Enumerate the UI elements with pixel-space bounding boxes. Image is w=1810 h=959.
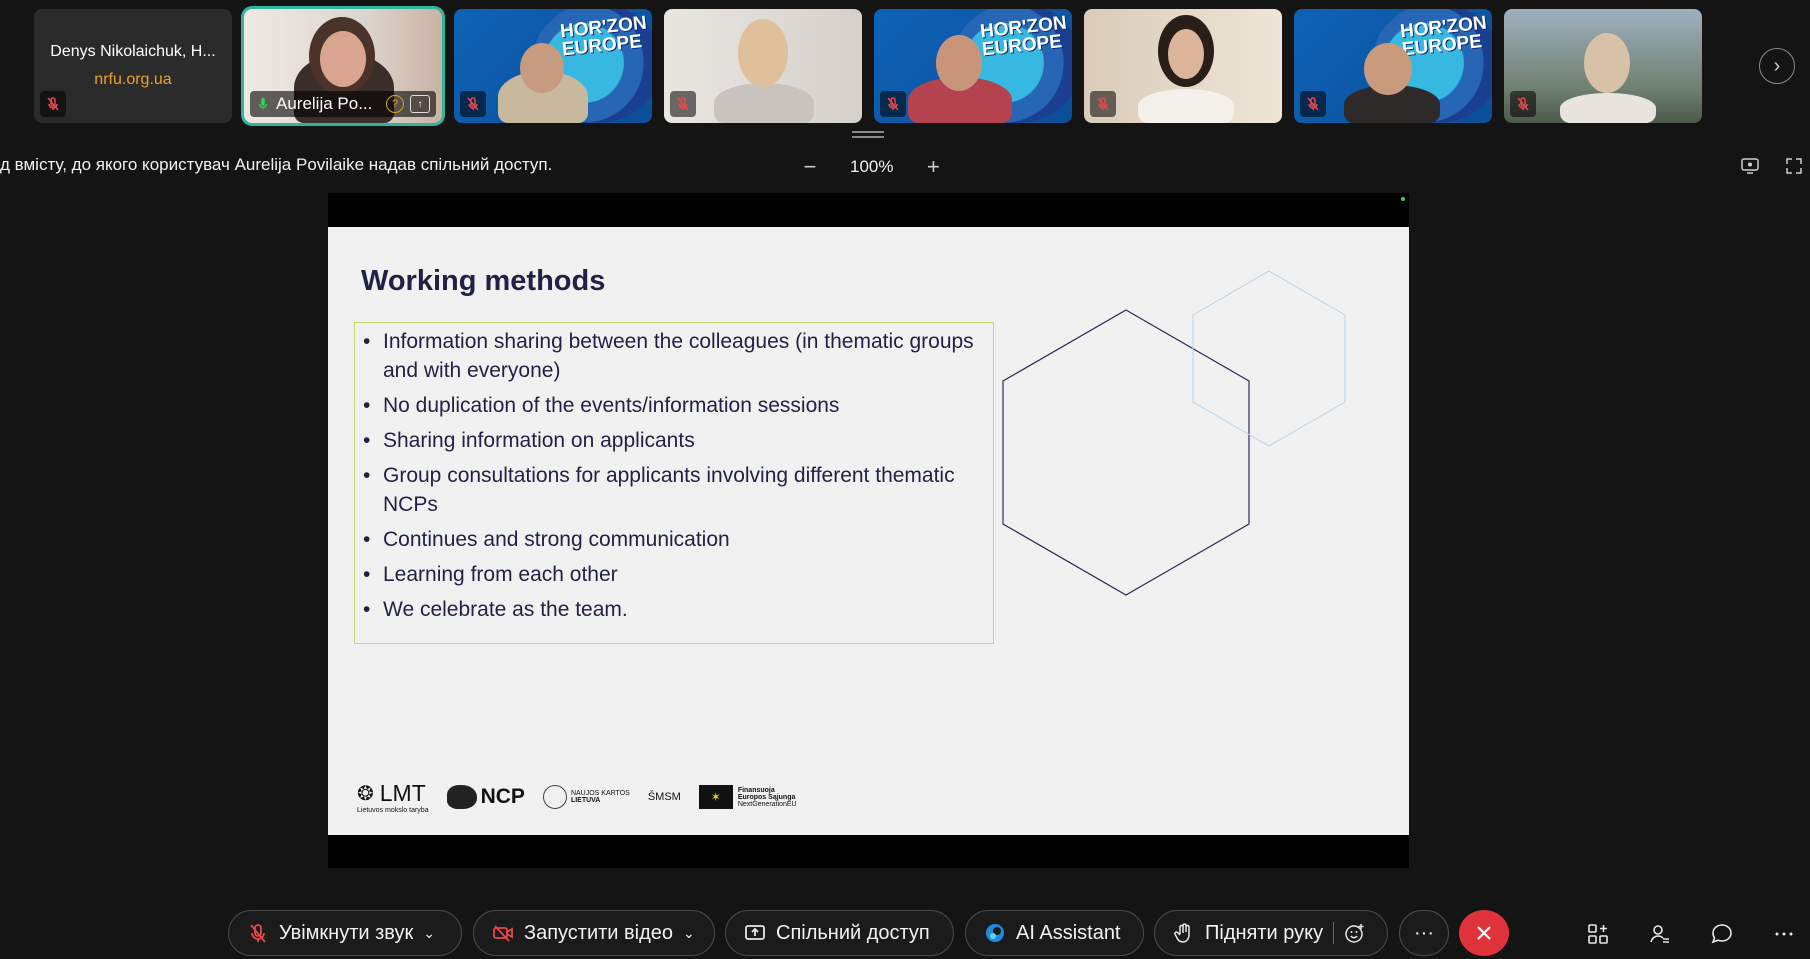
participant-tile[interactable]: HOR'ZON EUROPE [874,9,1072,123]
share-screen-icon[interactable]: ↑ [410,95,430,113]
eu-text-1: Finansuoja [737,786,775,794]
chevron-down-icon[interactable]: ⌄ [423,925,435,942]
participant-strip: Denys Nikolaichuk, H... nrfu.org.ua Aure… [34,9,1704,123]
raise-hand-button[interactable]: Підняти руку [1154,910,1388,956]
view-options [1740,156,1804,176]
participant-tile[interactable] [1504,9,1702,123]
muted-mic-icon [1300,91,1326,117]
participant-name: Denys Nikolaichuk, H... [50,43,216,60]
panel-controls [1586,922,1796,946]
close-icon [1477,926,1491,940]
ncp-logo-text: NCP [480,785,525,808]
partner-logos: ❂ LMT Lietuvos mokslo taryba NCP NAUJOS K… [357,780,797,814]
muted-mic-icon [1090,91,1116,117]
shared-content-frame: Working methods Information sharing betw… [328,193,1409,868]
meeting-controls: Увімкнути звук ⌄ Запустити відео ⌄ Спіль… [0,910,1810,956]
raise-hand-label: Підняти руку [1205,921,1324,944]
unmute-label: Увімкнути звук [279,921,414,944]
eu-flag-icon: ✶ [698,785,733,809]
next-participants-button[interactable]: › [1759,48,1795,84]
smsm-logo: ŠMSM [648,791,681,803]
display-options-icon[interactable] [1740,156,1760,176]
lmt-logo: ❂ LMT Lietuvos mokslo taryba [357,780,429,814]
start-video-label: Запустити відео [524,921,674,944]
participant-tile-active-speaker[interactable]: Aurelija Po... ? ↑ [244,9,442,123]
participant-tile[interactable] [664,9,862,123]
hand-icon [1174,923,1190,943]
zoom-out-button[interactable]: − [800,154,820,180]
ai-assistant-icon [986,924,1004,942]
eu-text-2: Europos Sąjunga [737,793,796,801]
participant-tile[interactable]: HOR'ZON EUROPE [1294,9,1492,123]
more-options-button[interactable]: ··· [1399,910,1449,956]
participant-name: Aurelija Po... [276,94,373,113]
share-label: Спільний доступ [776,921,930,944]
muted-mic-icon [670,91,696,117]
naujos-kartos-logo: NAUJOS KARTOS LIETUVA [542,785,630,809]
apps-icon[interactable] [1586,922,1610,946]
chevron-down-icon[interactable]: ⌄ [683,925,695,942]
fullscreen-icon[interactable] [1784,156,1804,176]
zoom-controls: − 100% + [800,154,943,180]
participant-tile[interactable] [1084,9,1282,123]
participant-tile[interactable]: HOR'ZON EUROPE [454,9,652,123]
zoom-level[interactable]: 100% [850,157,893,177]
hexagon-decoration [1002,270,1346,596]
video-off-icon [493,925,513,942]
muted-mic-icon [460,91,486,117]
ai-assistant-label: AI Assistant [1016,921,1121,944]
ncp-logo: NCP [446,785,525,809]
sharing-indicator [1401,197,1405,201]
smsm-logo-text: ŠMSM [647,791,681,803]
ai-assistant-button[interactable]: AI Assistant [965,910,1144,956]
lmt-logo-subtitle: Lietuvos mokslo taryba [357,807,429,814]
participants-icon[interactable] [1648,922,1672,946]
share-info-text: д вмісту, до якого користувач Aurelija P… [0,155,553,174]
muted-mic-icon [40,91,66,117]
mic-on-icon [258,97,268,110]
more-options-icon: ··· [1414,921,1434,944]
start-video-button[interactable]: Запустити відео ⌄ [473,910,715,956]
lietuva-text: LIETUVA [570,797,601,804]
share-screen-icon [745,925,765,940]
help-icon[interactable]: ? [386,95,404,113]
eu-funding-logo: ✶ Finansuoja Europos Sąjunga NextGenerat… [698,785,797,809]
muted-mic-icon [250,924,266,943]
chat-icon[interactable] [1710,922,1734,946]
leave-meeting-button[interactable] [1459,910,1509,956]
more-icon[interactable] [1772,922,1796,946]
participant-tile[interactable]: Denys Nikolaichuk, H... nrfu.org.ua [34,9,232,123]
resize-handle[interactable] [852,131,884,139]
muted-mic-icon [1510,91,1536,117]
share-button[interactable]: Спільний доступ [725,910,954,956]
participant-org: nrfu.org.ua [94,71,172,88]
lmt-logo-text: LMT [379,780,426,806]
zoom-in-button[interactable]: + [923,154,943,180]
muted-mic-icon [880,91,906,117]
chevron-right-icon: › [1773,54,1781,77]
unmute-button[interactable]: Увімкнути звук ⌄ [228,910,462,956]
presentation-slide: Working methods Information sharing betw… [328,227,1409,835]
naujos-kartos-text: NAUJOS KARTOS [570,790,630,797]
participant-name-badge: Aurelija Po... ? ↑ [250,91,436,117]
eu-text-3: NextGenerationEU [737,800,797,808]
reaction-icon[interactable] [1344,922,1366,944]
